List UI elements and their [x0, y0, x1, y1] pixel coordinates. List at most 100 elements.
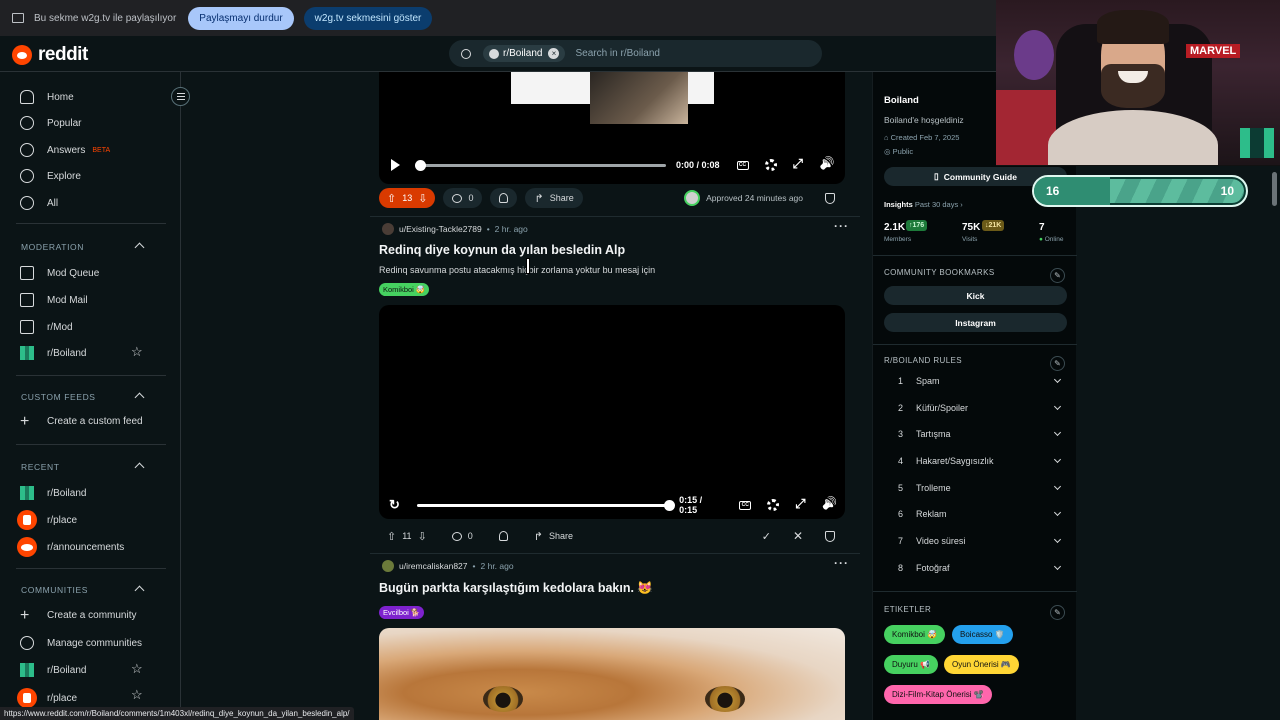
- tag-boicasso[interactable]: Boicasso 🛡️: [952, 625, 1013, 644]
- award-button[interactable]: [490, 526, 517, 546]
- video-seek-bar[interactable]: [415, 159, 666, 171]
- recent-item-announcements[interactable]: r/announcements: [17, 537, 124, 557]
- page-scrollbar[interactable]: [1272, 172, 1277, 206]
- video-frame: [590, 72, 688, 124]
- play-icon[interactable]: [391, 159, 400, 171]
- search-bar[interactable]: r/Boiland × Search in r/Boiland: [449, 40, 822, 67]
- video-player[interactable]: ↻ 0:15 / 0:15 CC: [379, 305, 845, 519]
- tag-oyun-onerisi[interactable]: Oyun Önerisi 🎮: [944, 655, 1019, 674]
- comments-button[interactable]: 0: [443, 188, 483, 208]
- sidebar-item-mod-queue[interactable]: Mod Queue: [20, 266, 99, 280]
- stop-sharing-button[interactable]: Paylaşmayı durdur: [188, 6, 294, 30]
- downvote-icon[interactable]: ⇩: [418, 192, 427, 205]
- menu-toggle-button[interactable]: [171, 87, 190, 106]
- insights-header[interactable]: Insights Past 30 days ›: [884, 200, 963, 209]
- favorite-star-icon[interactable]: ☆: [131, 661, 143, 677]
- create-community[interactable]: + Create a community: [20, 607, 136, 623]
- rule-item[interactable]: 3 Tartışma: [898, 428, 1062, 439]
- create-custom-feed[interactable]: + Create a custom feed: [20, 413, 143, 429]
- tag-komikboi[interactable]: Komikboi 🤯: [884, 625, 946, 644]
- manage-communities[interactable]: Manage communities: [20, 636, 142, 650]
- sidebar-item-mod-mail[interactable]: Mod Mail: [20, 293, 88, 307]
- recent-item-boiland[interactable]: r/Boiland: [20, 486, 86, 500]
- user-avatar[interactable]: [382, 223, 394, 235]
- seek-handle[interactable]: [663, 499, 675, 511]
- rule-item[interactable]: 1 Spam: [898, 375, 1062, 386]
- chevron-up-icon[interactable]: [134, 392, 145, 403]
- section-custom-feeds[interactable]: CUSTOM FEEDS: [21, 392, 96, 402]
- award-button[interactable]: [490, 188, 518, 208]
- clear-scope-icon[interactable]: ×: [548, 48, 560, 59]
- rule-item[interactable]: 2 Küfür/Spoiler: [898, 402, 1062, 413]
- more-options-icon[interactable]: ···: [834, 556, 849, 570]
- post-author[interactable]: u/Existing-Tackle2789: [399, 224, 482, 234]
- settings-gear-icon[interactable]: [764, 159, 777, 171]
- comments-button[interactable]: 0: [443, 526, 482, 546]
- video-seek-bar[interactable]: [416, 499, 675, 511]
- upvote-icon[interactable]: ⇧: [387, 530, 396, 543]
- reddit-logo[interactable]: reddit: [12, 44, 88, 66]
- upvote-icon[interactable]: ⇧: [387, 192, 396, 205]
- mod-avatar: [684, 190, 701, 206]
- show-tab-button[interactable]: w2g.tv sekmesini göster: [303, 6, 433, 30]
- downvote-icon[interactable]: ⇩: [418, 530, 427, 543]
- sidebar-item-boiland[interactable]: r/Boiland: [20, 346, 86, 360]
- sidebar-item-explore[interactable]: Explore: [20, 169, 81, 183]
- fullscreen-icon[interactable]: [793, 156, 805, 172]
- edit-pencil-icon[interactable]: ✎: [1050, 605, 1065, 620]
- volume-icon[interactable]: [824, 499, 837, 511]
- bookmark-kick[interactable]: Kick: [884, 286, 1067, 305]
- video-player[interactable]: 0:00 / 0:08 CC: [379, 72, 845, 184]
- fullscreen-icon[interactable]: [795, 496, 807, 512]
- search-scope-chip[interactable]: r/Boiland ×: [483, 45, 566, 62]
- section-communities[interactable]: COMMUNITIES: [21, 585, 88, 595]
- chevron-up-icon[interactable]: [134, 242, 145, 253]
- post-author[interactable]: u/iremcaliskan827: [399, 561, 468, 571]
- post-flair[interactable]: Evcilboi 🐕: [379, 606, 425, 619]
- settings-gear-icon[interactable]: [767, 499, 780, 511]
- share-button[interactable]: ↱ Share: [525, 188, 583, 208]
- rule-item[interactable]: 8 Fotoğraf: [898, 562, 1062, 573]
- replay-icon[interactable]: ↻: [389, 497, 400, 513]
- mod-shield-icon[interactable]: [825, 530, 835, 542]
- sidebar-item-r-mod[interactable]: r/Mod: [20, 320, 73, 334]
- post-image-cat[interactable]: [379, 628, 845, 720]
- edit-pencil-icon[interactable]: ✎: [1050, 268, 1065, 283]
- chevron-up-icon[interactable]: [134, 462, 145, 473]
- mod-shield-icon[interactable]: [825, 192, 835, 204]
- favorite-star-icon[interactable]: ☆: [131, 687, 143, 703]
- community-item-place[interactable]: r/place: [17, 688, 77, 708]
- rule-item[interactable]: 5 Trolleme: [898, 482, 1062, 493]
- chevron-up-icon[interactable]: [134, 585, 145, 596]
- user-avatar[interactable]: [382, 560, 394, 572]
- sidebar-item-home[interactable]: Home: [20, 90, 74, 104]
- sidebar-item-popular[interactable]: Popular: [20, 116, 81, 130]
- captions-icon[interactable]: CC: [736, 160, 749, 170]
- remove-x-icon[interactable]: ✕: [793, 529, 803, 543]
- captions-icon[interactable]: CC: [739, 500, 752, 510]
- volume-icon[interactable]: [822, 159, 835, 171]
- marvel-poster: MARVEL: [1186, 44, 1241, 58]
- more-options-icon[interactable]: ···: [834, 219, 849, 233]
- sidebar-item-answers[interactable]: Answers BETA: [20, 143, 110, 157]
- community-item-boiland[interactable]: r/Boiland: [20, 663, 86, 677]
- rule-item[interactable]: 7 Video süresi: [898, 535, 1062, 546]
- seek-handle[interactable]: [415, 159, 426, 171]
- share-button[interactable]: ↱ Share: [525, 526, 582, 546]
- search-input[interactable]: Search in r/Boiland: [575, 48, 660, 59]
- sidebar-item-all[interactable]: All: [20, 196, 58, 210]
- section-moderation[interactable]: MODERATION: [21, 242, 84, 252]
- section-recent[interactable]: RECENT: [21, 462, 60, 472]
- approve-check-icon[interactable]: ✓: [762, 530, 771, 543]
- rule-item[interactable]: 6 Reklam: [898, 508, 1062, 519]
- tag-duyuru[interactable]: Duyuru 📢: [884, 655, 938, 674]
- bookmark-instagram[interactable]: Instagram: [884, 313, 1067, 332]
- tag-dizi-film-kitap[interactable]: Dizi-Film-Kitap Önerisi 📽️: [884, 685, 992, 704]
- post-flair[interactable]: Komikboi 🤯: [379, 283, 430, 296]
- rule-item[interactable]: 4 Hakaret/Saygısızlık: [898, 455, 1062, 466]
- recent-item-place[interactable]: r/place: [17, 510, 77, 530]
- post-title[interactable]: Bugün parkta karşılaştığım kedolara bakı…: [379, 581, 653, 596]
- post-title[interactable]: Redinq diye koynun da yılan besledin Alp: [379, 243, 625, 257]
- favorite-star-icon[interactable]: ☆: [131, 344, 143, 360]
- edit-pencil-icon[interactable]: ✎: [1050, 356, 1065, 371]
